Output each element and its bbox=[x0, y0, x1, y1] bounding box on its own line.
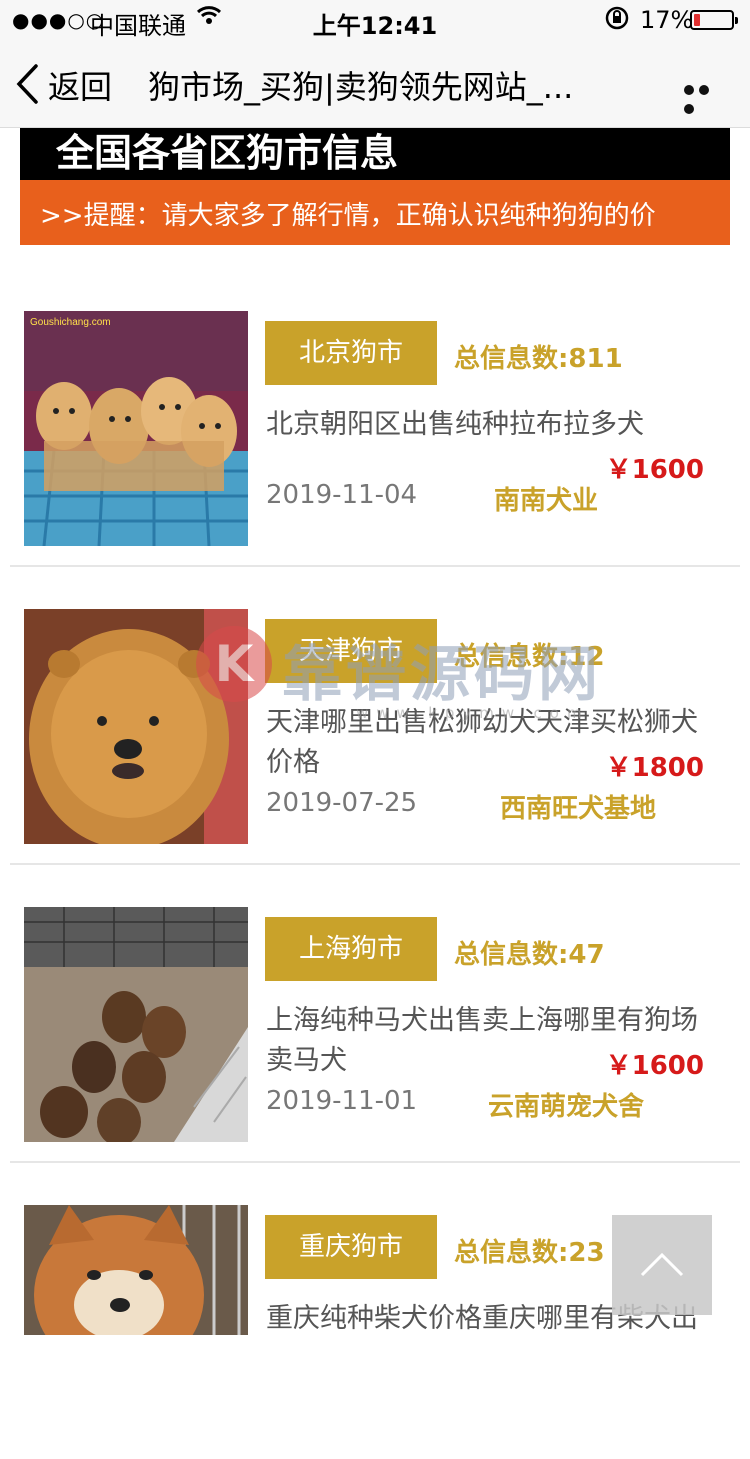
section-title: 全国各省区狗市信息 bbox=[56, 131, 399, 175]
info-count: 总信息数:23 bbox=[454, 1238, 605, 1268]
list-item[interactable]: 上海狗市 总信息数:47 上海纯种马犬出售卖上海哪里有狗场卖马犬 ￥1600 2… bbox=[10, 864, 740, 1163]
notice-banner: >>提醒：请大家多了解行情，正确认识纯种狗狗的价 bbox=[20, 180, 730, 245]
info-count: 总信息数:12 bbox=[454, 642, 605, 672]
chevron-up-icon bbox=[640, 1252, 684, 1277]
back-to-top-button[interactable] bbox=[612, 1215, 712, 1315]
seller-name[interactable]: 西南旺犬基地 bbox=[500, 788, 656, 825]
malinois-puppies-photo bbox=[24, 907, 248, 1142]
status-bar: ●●●○○ 中国联通 上午12:41 17% bbox=[0, 0, 750, 40]
wifi-icon bbox=[196, 4, 222, 32]
shiba-puppy-photo bbox=[24, 1205, 248, 1335]
listing-date: 2019-11-01 bbox=[266, 1086, 418, 1116]
listing-title[interactable]: 北京朝阳区出售纯种拉布拉多犬 bbox=[266, 405, 722, 445]
seller-name[interactable]: 南南犬业 bbox=[494, 480, 598, 517]
back-button[interactable]: 返回 bbox=[48, 62, 112, 108]
listing-price: ￥1800 bbox=[605, 753, 704, 783]
chevron-left-icon[interactable] bbox=[16, 64, 38, 104]
more-icon[interactable] bbox=[684, 80, 728, 114]
list-item[interactable]: Goushichang.com 北京狗市 总信息数:811 北京朝阳区出售纯种拉… bbox=[10, 268, 740, 567]
city-tag[interactable]: 上海狗市 bbox=[265, 917, 437, 981]
info-count: 总信息数:811 bbox=[454, 344, 623, 374]
listing-date: 2019-11-04 bbox=[266, 480, 418, 510]
region-header: 全国各省区狗市信息 bbox=[20, 128, 730, 180]
nav-bar: 返回 狗市场_买狗|卖狗领先网站_... bbox=[0, 40, 750, 128]
city-tag[interactable]: 北京狗市 bbox=[265, 321, 437, 385]
notice-text: >>提醒：请大家多了解行情，正确认识纯种狗狗的价 bbox=[40, 201, 656, 231]
page-title: 狗市场_买狗|卖狗领先网站_... bbox=[148, 68, 574, 106]
labrador-puppies-photo: Goushichang.com bbox=[24, 311, 248, 546]
city-tag[interactable]: 天津狗市 bbox=[265, 619, 437, 683]
rotation-lock-icon bbox=[604, 5, 630, 37]
chow-chow-puppy-photo bbox=[24, 609, 248, 844]
battery-percent: 17% bbox=[640, 6, 694, 34]
battery-level bbox=[694, 14, 700, 26]
carrier-name: 中国联通 bbox=[90, 12, 186, 40]
listing-price: ￥1600 bbox=[605, 1051, 704, 1081]
seller-name[interactable]: 云南萌宠犬舍 bbox=[488, 1086, 644, 1123]
city-tag[interactable]: 重庆狗市 bbox=[265, 1215, 437, 1279]
image-caption: Goushichang.com bbox=[30, 317, 111, 328]
listing-date: 2019-07-25 bbox=[266, 788, 418, 818]
battery-icon bbox=[690, 10, 738, 30]
list-item[interactable]: 天津狗市 总信息数:12 天津哪里出售松狮幼犬天津买松狮犬价格 ￥1800 20… bbox=[10, 566, 740, 865]
listing-price: ￥1600 bbox=[605, 455, 704, 485]
info-count: 总信息数:47 bbox=[454, 940, 605, 970]
